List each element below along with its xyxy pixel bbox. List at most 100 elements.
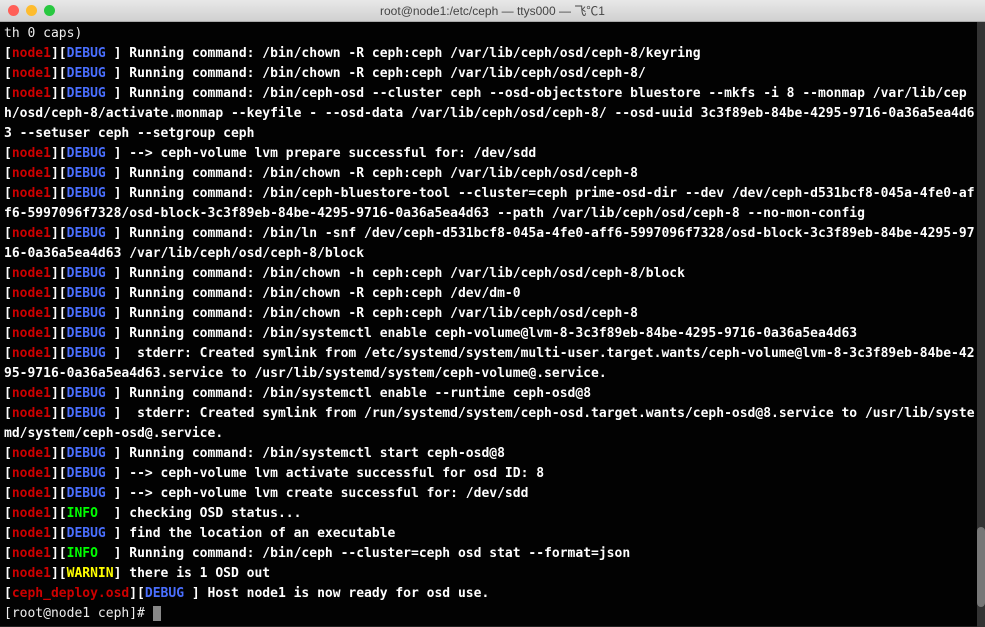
terminal-line: [node1][DEBUG ] Running command: /bin/ln…: [4, 224, 981, 264]
terminal-text: node1: [12, 346, 51, 361]
terminal-line: [node1][DEBUG ] find the location of an …: [4, 524, 981, 544]
terminal-line: [node1][DEBUG ] stderr: Created symlink …: [4, 344, 981, 384]
terminal-line: [node1][DEBUG ] Running command: /bin/ce…: [4, 184, 981, 224]
terminal-text: ] Running command: /bin/systemctl start …: [106, 446, 505, 461]
terminal-text: ][: [51, 546, 67, 561]
terminal-text: node1: [12, 566, 51, 581]
terminal-text: ][: [51, 526, 67, 541]
terminal-text: ][: [51, 446, 67, 461]
terminal-text: ][: [51, 146, 67, 161]
terminal-text: DEBUG: [67, 386, 106, 401]
terminal-text: [: [4, 346, 12, 361]
terminal-text: DEBUG: [67, 306, 106, 321]
terminal-viewport[interactable]: th 0 caps)[node1][DEBUG ] Running comman…: [0, 22, 985, 626]
terminal-text: node1: [12, 186, 51, 201]
terminal-text: DEBUG: [67, 466, 106, 481]
terminal-text: [: [4, 506, 12, 521]
terminal-line: [node1][DEBUG ] Running command: /bin/ch…: [4, 164, 981, 184]
terminal-text: node1: [12, 406, 51, 421]
terminal-text: ][: [51, 566, 67, 581]
terminal-text: DEBUG: [67, 226, 106, 241]
terminal-line: [node1][WARNIN] there is 1 OSD out: [4, 564, 981, 584]
terminal-text: node1: [12, 446, 51, 461]
terminal-text: WARNIN: [67, 566, 114, 581]
scrollbar-track[interactable]: [977, 22, 985, 627]
terminal-text: ] stderr: Created symlink from /run/syst…: [4, 406, 975, 441]
terminal-text: [: [4, 146, 12, 161]
terminal-text: [: [4, 306, 12, 321]
terminal-text: DEBUG: [67, 46, 106, 61]
terminal-text: DEBUG: [67, 266, 106, 281]
minimize-button[interactable]: [26, 5, 37, 16]
terminal-text: ] Running command: /bin/ceph --cluster=c…: [98, 546, 630, 561]
terminal-line: [node1][DEBUG ] Running command: /bin/ce…: [4, 84, 981, 144]
terminal-text: ] Host node1 is now ready for osd use.: [184, 586, 489, 601]
terminal-line: [node1][DEBUG ] Running command: /bin/sy…: [4, 384, 981, 404]
terminal-text: DEBUG: [67, 446, 106, 461]
terminal-text: ][: [51, 266, 67, 281]
terminal-line: [node1][DEBUG ] Running command: /bin/ch…: [4, 264, 981, 284]
terminal-text: DEBUG: [67, 406, 106, 421]
terminal-text: ][: [51, 46, 67, 61]
terminal-text: [: [4, 86, 12, 101]
terminal-text: ][: [51, 226, 67, 241]
terminal-text: node1: [12, 386, 51, 401]
terminal-text: ][: [51, 66, 67, 81]
terminal-text: node1: [12, 506, 51, 521]
terminal-text: ][: [51, 86, 67, 101]
terminal-text: ] Running command: /bin/chown -R ceph:ce…: [106, 286, 521, 301]
terminal-text: ] Running command: /bin/chown -R ceph:ce…: [106, 46, 701, 61]
terminal-text: ] Running command: /bin/ceph-osd --clust…: [4, 86, 975, 141]
terminal-line: [node1][DEBUG ] Running command: /bin/ch…: [4, 304, 981, 324]
scrollbar-thumb[interactable]: [977, 527, 985, 607]
terminal-text: ][: [129, 586, 145, 601]
terminal-line: [node1][DEBUG ] stderr: Created symlink …: [4, 404, 981, 444]
terminal-text: [root@node1 ceph]#: [4, 606, 153, 621]
terminal-text: node1: [12, 66, 51, 81]
terminal-text: node1: [12, 326, 51, 341]
close-button[interactable]: [8, 5, 19, 16]
terminal-text: ] Running command: /bin/systemctl enable…: [106, 326, 857, 341]
terminal-text: node1: [12, 226, 51, 241]
maximize-button[interactable]: [44, 5, 55, 16]
terminal-text: [: [4, 586, 12, 601]
terminal-line: [node1][DEBUG ] --> ceph-volume lvm acti…: [4, 464, 981, 484]
terminal-text: ] Running command: /bin/systemctl enable…: [106, 386, 591, 401]
terminal-text: node1: [12, 526, 51, 541]
terminal-text: INFO: [67, 546, 98, 561]
terminal-text: ] --> ceph-volume lvm prepare successful…: [106, 146, 536, 161]
terminal-text: [: [4, 66, 12, 81]
window-titlebar: root@node1:/etc/ceph — ttys000 — 飞℃1: [0, 0, 985, 22]
terminal-line: [node1][DEBUG ] Running command: /bin/ch…: [4, 284, 981, 304]
terminal-text: ][: [51, 286, 67, 301]
terminal-text: ] checking OSD status...: [98, 506, 302, 521]
terminal-text: ] find the location of an executable: [106, 526, 396, 541]
terminal-text: ][: [51, 486, 67, 501]
terminal-text: ] Running command: /bin/chown -R ceph:ce…: [106, 166, 638, 181]
terminal-line: [node1][DEBUG ] --> ceph-volume lvm crea…: [4, 484, 981, 504]
terminal-text: DEBUG: [67, 486, 106, 501]
terminal-line: [node1][INFO ] Running command: /bin/cep…: [4, 544, 981, 564]
terminal-text: [: [4, 406, 12, 421]
terminal-text: [: [4, 386, 12, 401]
terminal-text: ][: [51, 346, 67, 361]
terminal-text: node1: [12, 546, 51, 561]
terminal-line: [node1][INFO ] checking OSD status...: [4, 504, 981, 524]
terminal-line: [node1][DEBUG ] Running command: /bin/ch…: [4, 44, 981, 64]
terminal-text: node1: [12, 46, 51, 61]
terminal-text: ][: [51, 506, 67, 521]
terminal-text: ] Running command: /bin/chown -R ceph:ce…: [106, 306, 638, 321]
terminal-line: th 0 caps): [4, 24, 981, 44]
terminal-text: ] Running command: /bin/ln -snf /dev/cep…: [4, 226, 975, 261]
terminal-text: DEBUG: [67, 166, 106, 181]
terminal-text: th 0 caps): [4, 26, 82, 41]
terminal-line: [root@node1 ceph]#: [4, 604, 981, 624]
terminal-text: ][: [51, 326, 67, 341]
terminal-text: ][: [51, 306, 67, 321]
terminal-line: [node1][DEBUG ] Running command: /bin/sy…: [4, 444, 981, 464]
terminal-text: ] --> ceph-volume lvm create successful …: [106, 486, 529, 501]
terminal-text: node1: [12, 86, 51, 101]
terminal-text: [: [4, 166, 12, 181]
terminal-text: DEBUG: [67, 66, 106, 81]
terminal-line: [node1][DEBUG ] Running command: /bin/ch…: [4, 64, 981, 84]
